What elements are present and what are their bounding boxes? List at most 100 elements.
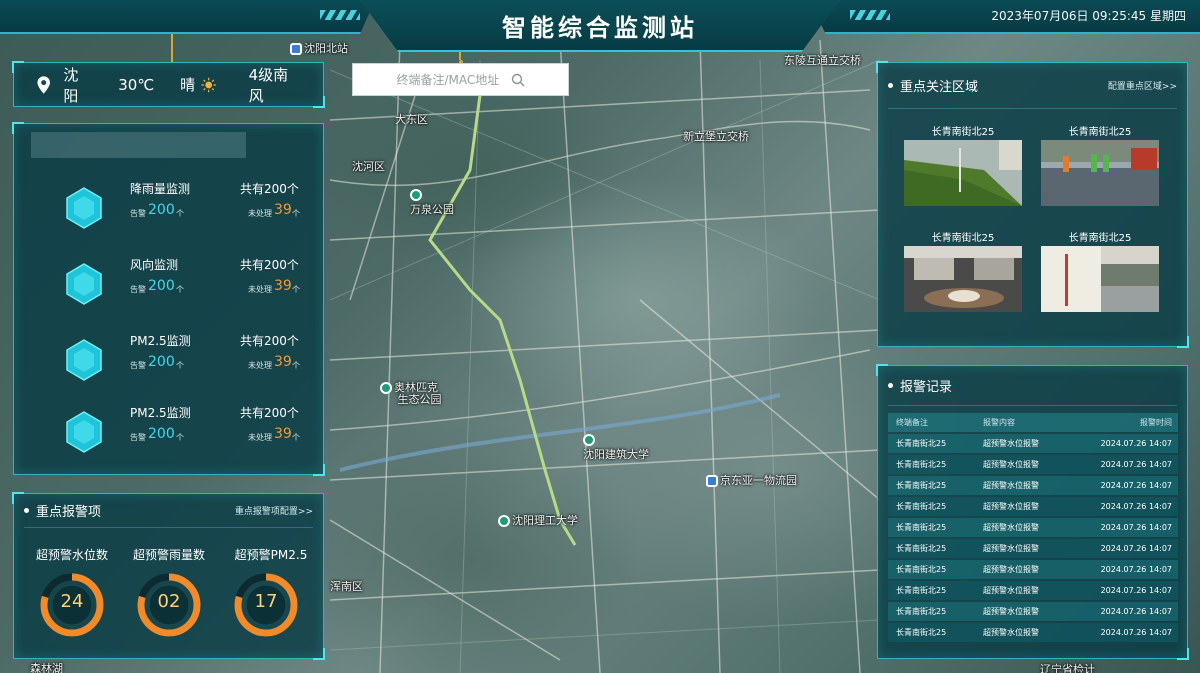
cell-time: 2024.07.26 14:07 xyxy=(1100,460,1172,469)
camera-image-tunnel-water xyxy=(904,246,1022,312)
focus-areas-header: 重点关注区域 配置重点区域>> xyxy=(888,63,1177,109)
search-box[interactable] xyxy=(352,63,569,96)
key-alarms-config-link[interactable]: 重点报警项配置>> xyxy=(235,504,313,517)
monitor-alarm-label: 告警 xyxy=(130,361,146,370)
map-label-ligong-univ[interactable]: 沈阳理工大学 xyxy=(498,512,578,528)
monitor-pending-unit: 个 xyxy=(292,209,300,218)
monitor-alarm-value: 200 xyxy=(148,278,175,294)
map-label-jianzhu-univ[interactable]: 沈阳建筑大学 xyxy=(583,433,649,462)
camera-thumbnail[interactable] xyxy=(904,246,1022,312)
header-datetime: 2023年07月06日 09:25:45 星期四 xyxy=(991,9,1186,23)
cell-terminal: 长青南街北25 xyxy=(896,607,947,616)
search-icon[interactable] xyxy=(511,73,525,87)
focus-areas-config-link[interactable]: 配置重点区域>> xyxy=(1108,79,1177,92)
monitor-total: 共有200个 xyxy=(240,406,299,420)
cell-time: 2024.07.26 14:07 xyxy=(1100,565,1172,574)
table-row[interactable]: 长青南街北25 超预警水位报警 2024.07.26 14:07 xyxy=(888,623,1178,642)
cell-terminal: 长青南街北25 xyxy=(896,523,947,532)
map-label-liaoning: 辽宁省检计 xyxy=(1040,663,1095,673)
monitor-pending-value: 39 xyxy=(274,278,292,294)
cell-terminal: 长青南街北25 xyxy=(896,628,947,637)
cell-time: 2024.07.26 14:07 xyxy=(1100,502,1172,511)
monitor-pending-label: 未处理 xyxy=(248,361,272,370)
search-input[interactable] xyxy=(396,72,507,87)
monitor-item-wind[interactable]: 风向监测 共有200个 告警 200 个 未处理 39 个 xyxy=(24,252,314,314)
cell-content: 超预警水位报警 xyxy=(983,565,1039,574)
alarm-records-title: 报警记录 xyxy=(888,376,952,395)
gauge-label: 超预警水位数 xyxy=(35,548,108,562)
monitor-total: 共有200个 xyxy=(240,182,299,196)
location-pin-icon xyxy=(37,75,50,94)
cell-content: 超预警水位报警 xyxy=(983,544,1039,553)
camera-thumbnail[interactable] xyxy=(904,140,1022,206)
focus-areas-panel: 重点关注区域 配置重点区域>> 长青南街北25 长青南街北25 长青南街北25 xyxy=(876,61,1189,348)
gauge-label: 超预警雨量数 xyxy=(132,548,205,562)
header-bar-left xyxy=(0,0,375,34)
monitor-alarm-label: 告警 xyxy=(130,433,146,442)
gauge-value: 17 xyxy=(254,591,278,612)
table-row[interactable]: 长青南街北25 超预警水位报警 2024.07.26 14:07 xyxy=(888,560,1178,579)
monitor-name: 降雨量监测 xyxy=(130,182,191,196)
cell-terminal: 长青南街北25 xyxy=(896,481,947,490)
monitor-pending-label: 未处理 xyxy=(248,285,272,294)
monitor-item-rainfall[interactable]: 降雨量监测 共有200个 告警 200 个 未处理 39 个 xyxy=(24,176,314,238)
table-row[interactable]: 长青南街北25 超预警水位报警 2024.07.26 14:07 xyxy=(888,455,1178,474)
header-bar-right: 2023年07月06日 09:25:45 星期四 xyxy=(810,0,1200,34)
table-row[interactable]: 长青南街北25 超预警水位报警 2024.07.26 14:07 xyxy=(888,497,1178,516)
map-label-shenyang-north: 沈阳北站 xyxy=(290,40,348,56)
key-alarms-panel: 重点报警项 重点报警项配置>> 超预警水位数 24 超预警雨量数 02 超预警P… xyxy=(12,492,325,660)
column-header: 终端备注 xyxy=(896,418,928,427)
camera-image-underpass xyxy=(1041,246,1159,312)
cube-icon xyxy=(66,339,102,381)
map-label-jingdong[interactable]: 京东亚一物流园 xyxy=(706,472,797,488)
map-label-shenhe: 沈河区 xyxy=(352,160,385,173)
map-label-olympic-park[interactable]: 奥林匹克 生态公园 xyxy=(380,382,441,406)
camera-thumbnail[interactable] xyxy=(1041,246,1159,312)
map-label-xinli: 新立堡立交桥 xyxy=(683,130,749,143)
monitor-alarm-value: 200 xyxy=(148,354,175,370)
map-label-senlin: 森林湖 xyxy=(30,662,63,673)
focus-areas-title: 重点关注区域 xyxy=(888,76,978,95)
table-row[interactable]: 长青南街北25 超预警水位报警 2024.07.26 14:07 xyxy=(888,476,1178,495)
cell-content: 超预警水位报警 xyxy=(983,460,1039,469)
map-label-hunnan: 浑南区 xyxy=(330,580,363,593)
key-alarms-title: 重点报警项 xyxy=(24,501,101,520)
monitor-pending-label: 未处理 xyxy=(248,433,272,442)
monitor-pending-value: 39 xyxy=(274,202,292,218)
column-header: 报警时间 xyxy=(1140,418,1172,427)
gauge-label: 超预警PM2.5 xyxy=(234,548,308,562)
monitor-name: PM2.5监测 xyxy=(130,334,191,348)
alarm-records-panel: 报警记录 终端备注 报警内容 报警时间 长青南街北25 超预警水位报警 2024… xyxy=(876,364,1189,660)
monitor-pending-value: 39 xyxy=(274,354,292,370)
cell-content: 超预警水位报警 xyxy=(983,439,1039,448)
table-row[interactable]: 长青南街北25 超预警水位报警 2024.07.26 14:07 xyxy=(888,434,1178,453)
monitor-item-pm25[interactable]: PM2.5监测 共有200个 告警 200 个 未处理 39 个 xyxy=(24,328,314,390)
monitor-alarm-value: 200 xyxy=(148,202,175,218)
camera-label: 长青南街北25 xyxy=(1068,127,1132,138)
cube-icon xyxy=(66,411,102,453)
cell-terminal: 长青南街北25 xyxy=(896,565,947,574)
camera-thumbnail[interactable] xyxy=(1041,140,1159,206)
monitor-pending-unit: 个 xyxy=(292,361,300,370)
map-label-wanquan-park[interactable]: 万泉公园 xyxy=(410,188,454,217)
table-row[interactable]: 长青南街北25 超预警水位报警 2024.07.26 14:07 xyxy=(888,602,1178,621)
table-row[interactable]: 长青南街北25 超预警水位报警 2024.07.26 14:07 xyxy=(888,539,1178,558)
header: 智能综合监测站 xyxy=(360,0,840,52)
column-header: 报警内容 xyxy=(983,418,1015,427)
table-row[interactable]: 长青南街北25 超预警水位报警 2024.07.26 14:07 xyxy=(888,518,1178,537)
map-label-dongling: 东陵互通立交桥 xyxy=(784,54,861,67)
weather-panel: 沈阳 30℃ 晴 4级南风 xyxy=(12,61,325,108)
gauge-value: 24 xyxy=(60,591,84,612)
cell-time: 2024.07.26 14:07 xyxy=(1100,607,1172,616)
monitor-alarm-unit: 个 xyxy=(176,361,184,370)
map-label-dadong: 大东区 xyxy=(395,113,428,126)
monitor-name: PM2.5监测 xyxy=(130,406,191,420)
monitor-alarm-unit: 个 xyxy=(176,433,184,442)
cell-terminal: 长青南街北25 xyxy=(896,586,947,595)
cell-time: 2024.07.26 14:07 xyxy=(1100,439,1172,448)
monitor-item-pm25-2[interactable]: PM2.5监测 共有200个 告警 200 个 未处理 39 个 xyxy=(24,400,314,462)
monitor-total: 共有200个 xyxy=(240,334,299,348)
monitor-pending-unit: 个 xyxy=(292,285,300,294)
alarm-records-table: 终端备注 报警内容 报警时间 长青南街北25 超预警水位报警 2024.07.2… xyxy=(888,413,1178,644)
table-row[interactable]: 长青南街北25 超预警水位报警 2024.07.26 14:07 xyxy=(888,581,1178,600)
